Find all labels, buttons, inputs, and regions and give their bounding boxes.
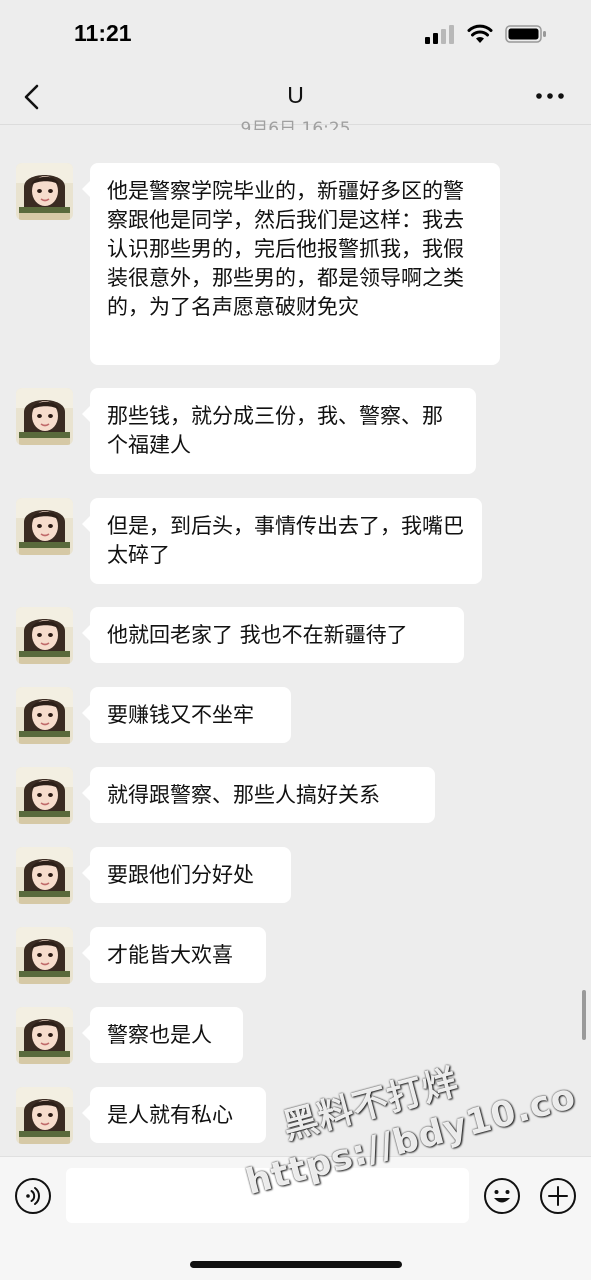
message-input[interactable] bbox=[66, 1168, 469, 1223]
contact-avatar[interactable] bbox=[16, 607, 73, 664]
message-bubble[interactable]: 是人就有私心 bbox=[82, 1087, 266, 1143]
message-bubble[interactable]: 他是警察学院毕业的，新疆好多区的警察跟他是同学，然后我们是这样：我去认识那些男的… bbox=[82, 163, 500, 365]
contact-avatar[interactable] bbox=[16, 1087, 73, 1144]
wifi-icon bbox=[467, 24, 493, 43]
message-bubble[interactable]: 才能皆大欢喜 bbox=[82, 927, 266, 983]
status-bar: 11:21 bbox=[0, 0, 591, 70]
message-bubble[interactable]: 要赚钱又不坐牢 bbox=[82, 687, 291, 743]
message-bubble[interactable]: 那些钱，就分成三份，我、警察、那个福建人 bbox=[82, 388, 476, 474]
contact-avatar[interactable] bbox=[16, 498, 73, 555]
more-dots-icon[interactable] bbox=[535, 84, 565, 108]
message-timestamp: 9月6日 16:25 bbox=[240, 119, 351, 130]
contact-avatar[interactable] bbox=[16, 847, 73, 904]
home-indicator bbox=[190, 1261, 402, 1268]
contact-avatar[interactable] bbox=[16, 767, 73, 824]
cellular-signal-icon bbox=[425, 25, 454, 44]
message-bubble[interactable]: 但是，到后头，事情传出去了，我嘴巴太碎了 bbox=[82, 498, 482, 584]
message-bubble[interactable]: 他就回老家了 我也不在新疆待了 bbox=[82, 607, 464, 663]
chat-title: U bbox=[287, 82, 304, 108]
watermark-text: 黑料不打烊 bbox=[278, 1062, 464, 1148]
status-icons bbox=[425, 24, 547, 44]
contact-avatar[interactable] bbox=[16, 927, 73, 984]
contact-avatar[interactable] bbox=[16, 388, 73, 445]
scrollbar[interactable] bbox=[582, 990, 586, 1040]
contact-avatar[interactable] bbox=[16, 687, 73, 744]
message-bubble[interactable]: 就得跟警察、那些人搞好关系 bbox=[82, 767, 435, 823]
battery-icon bbox=[505, 25, 546, 43]
input-bar bbox=[0, 1156, 591, 1280]
contact-avatar[interactable] bbox=[16, 163, 73, 220]
emoji-icon[interactable] bbox=[483, 1177, 521, 1215]
plus-icon[interactable] bbox=[539, 1177, 577, 1215]
message-bubble[interactable]: 要跟他们分好处 bbox=[82, 847, 291, 903]
contact-avatar[interactable] bbox=[16, 1007, 73, 1064]
message-bubble[interactable]: 警察也是人 bbox=[82, 1007, 243, 1063]
voice-icon[interactable] bbox=[14, 1177, 52, 1215]
status-time: 11:21 bbox=[74, 20, 132, 46]
